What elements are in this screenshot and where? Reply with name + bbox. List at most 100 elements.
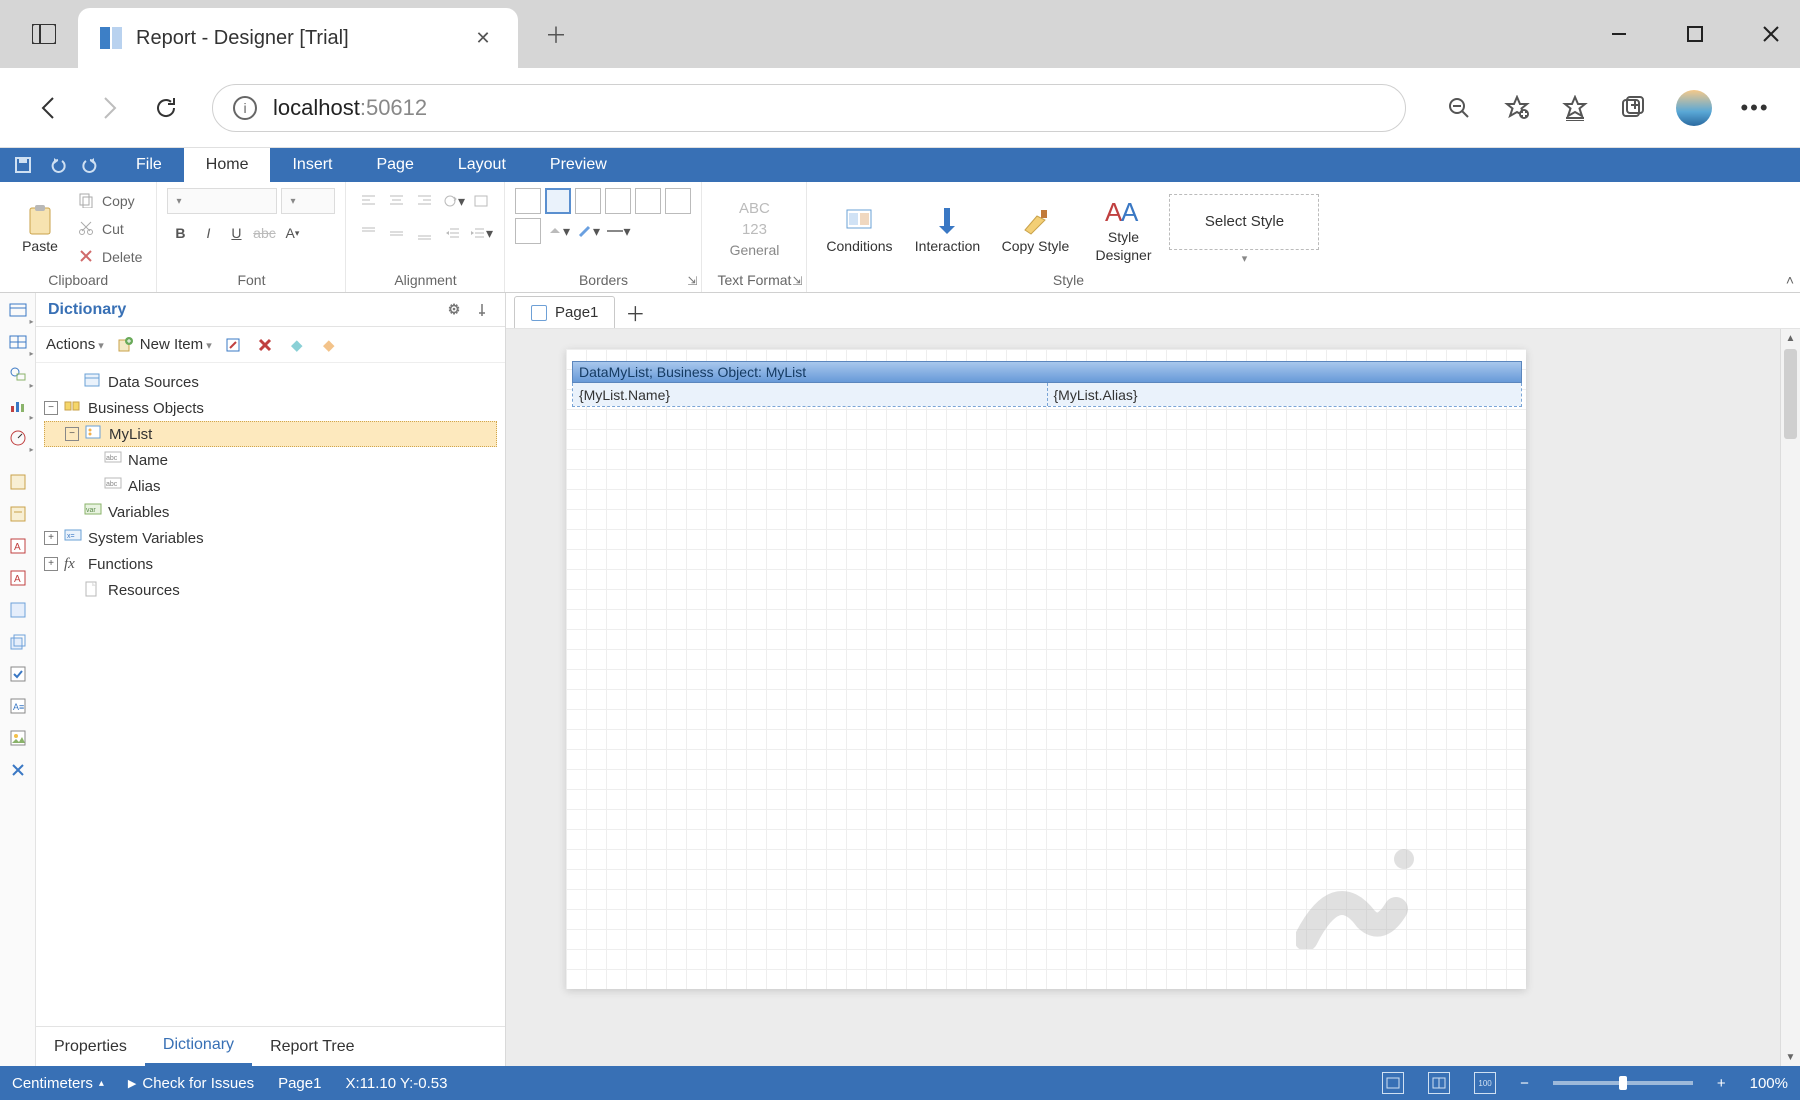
tool-gauge-icon[interactable]: [5, 425, 31, 451]
tree-node-variables[interactable]: var Variables: [44, 499, 497, 525]
tree-node-data-sources[interactable]: Data Sources: [44, 369, 497, 395]
menu-tab-file[interactable]: File: [114, 148, 184, 182]
tool-subreport-icon[interactable]: A≡: [5, 693, 31, 719]
forward-button[interactable]: [88, 88, 128, 128]
view-mode2-icon[interactable]: [1428, 1072, 1450, 1094]
tool-band-icon[interactable]: [5, 297, 31, 323]
expand-icon[interactable]: +: [44, 557, 58, 571]
expand-icon[interactable]: +: [44, 531, 58, 545]
tree-node-alias[interactable]: abc Alias: [44, 473, 497, 499]
font-size-combo[interactable]: [281, 188, 335, 214]
menu-tab-layout[interactable]: Layout: [436, 148, 528, 182]
view-mode3-icon[interactable]: 100: [1474, 1072, 1496, 1094]
border-color-button[interactable]: ▾: [575, 218, 601, 244]
tool-clone-icon[interactable]: [5, 629, 31, 655]
menu-tab-insert[interactable]: Insert: [270, 148, 354, 182]
ribbon-collapse-icon[interactable]: ˄: [1786, 272, 1794, 288]
panel-tab-properties[interactable]: Properties: [36, 1027, 145, 1066]
cell-mylist-alias[interactable]: {MyList.Alias}: [1048, 383, 1522, 406]
strike-button[interactable]: abc: [251, 220, 277, 246]
edit-icon[interactable]: [222, 334, 244, 356]
view-mode1-icon[interactable]: [1382, 1072, 1404, 1094]
select-style-box[interactable]: Select Style: [1169, 194, 1319, 250]
undo-icon[interactable]: [44, 152, 70, 178]
interaction-button[interactable]: Interaction: [905, 188, 989, 270]
scroll-up-icon[interactable]: ▲: [1781, 329, 1800, 347]
paste-button[interactable]: Paste: [10, 188, 70, 270]
conditions-button[interactable]: Conditions: [817, 188, 901, 270]
tool-checkbox-icon[interactable]: [5, 661, 31, 687]
status-units[interactable]: Centimeters ▴: [12, 1075, 104, 1092]
valign-bot-button[interactable]: [412, 220, 438, 246]
refresh-button[interactable]: [146, 88, 186, 128]
border-outer-button[interactable]: [515, 218, 541, 244]
indent-dec-button[interactable]: [440, 220, 466, 246]
cut-button[interactable]: Cut: [74, 216, 146, 242]
move-up-icon[interactable]: ◆: [286, 334, 308, 356]
scroll-down-icon[interactable]: ▼: [1781, 1048, 1800, 1066]
zoom-in-button[interactable]: +: [1717, 1075, 1726, 1092]
zoom-out-button[interactable]: −: [1520, 1075, 1529, 1092]
border-all-button[interactable]: [515, 188, 541, 214]
menu-tab-preview[interactable]: Preview: [528, 148, 629, 182]
scroll-thumb[interactable]: [1784, 349, 1797, 439]
border-style-button[interactable]: ▾: [605, 218, 631, 244]
underline-button[interactable]: U: [223, 220, 249, 246]
copy-button[interactable]: Copy: [74, 188, 146, 214]
delete-button[interactable]: Delete: [74, 244, 146, 270]
align-left-button[interactable]: [356, 188, 382, 214]
menu-tab-page[interactable]: Page: [354, 148, 435, 182]
tool-crosstab-icon[interactable]: [5, 329, 31, 355]
cell-mylist-name[interactable]: {MyList.Name}: [573, 383, 1048, 406]
tab-actions-icon[interactable]: [22, 12, 66, 56]
window-maximize-button[interactable]: [1678, 17, 1712, 51]
panel-settings-icon[interactable]: ⚙: [443, 299, 465, 321]
tree-node-name[interactable]: abc Name: [44, 447, 497, 473]
panel-pin-icon[interactable]: [471, 299, 493, 321]
browser-tab[interactable]: Report - Designer [Trial] ✕: [78, 8, 518, 68]
italic-button[interactable]: I: [195, 220, 221, 246]
actions-menu[interactable]: Actions: [46, 336, 104, 353]
back-button[interactable]: [30, 88, 70, 128]
bold-button[interactable]: B: [167, 220, 193, 246]
tool-panel-icon[interactable]: [5, 597, 31, 623]
vertical-scrollbar[interactable]: ▲ ▼: [1780, 329, 1800, 1066]
menu-tab-home[interactable]: Home: [184, 148, 271, 182]
panel-tab-report-tree[interactable]: Report Tree: [252, 1027, 372, 1066]
tree-node-system-variables[interactable]: + x= System Variables: [44, 525, 497, 551]
tool-text2-icon[interactable]: [5, 501, 31, 527]
collections-icon[interactable]: [1618, 93, 1648, 123]
zoom-out-icon[interactable]: [1444, 93, 1474, 123]
zoom-slider[interactable]: [1553, 1081, 1693, 1085]
data-band[interactable]: DataMyList; Business Object: MyList {MyL…: [572, 361, 1522, 407]
tool-image-icon[interactable]: [5, 725, 31, 751]
textformat-general[interactable]: General: [730, 242, 780, 258]
window-close-button[interactable]: [1754, 17, 1788, 51]
border-none-button[interactable]: [545, 188, 571, 214]
delete-item-icon[interactable]: [254, 334, 276, 356]
tree-node-functions[interactable]: + fx Functions: [44, 551, 497, 577]
tool-richtext-icon[interactable]: A: [5, 533, 31, 559]
select-style-dropdown-icon[interactable]: ▾: [1242, 252, 1248, 265]
browser-menu-button[interactable]: •••: [1740, 93, 1770, 123]
canvas-viewport[interactable]: DataMyList; Business Object: MyList {MyL…: [506, 329, 1800, 1066]
tool-chart-icon[interactable]: [5, 393, 31, 419]
site-info-icon[interactable]: i: [233, 96, 257, 120]
textformat-launcher-icon[interactable]: ⇲: [792, 274, 802, 288]
status-check-issues[interactable]: ▶ Check for Issues: [128, 1075, 254, 1092]
border-right-button[interactable]: [635, 188, 661, 214]
indent-inc-button[interactable]: ▾: [468, 220, 494, 246]
report-page[interactable]: DataMyList; Business Object: MyList {MyL…: [566, 349, 1526, 989]
collapse-icon[interactable]: −: [44, 401, 58, 415]
border-top-button[interactable]: [575, 188, 601, 214]
valign-top-button[interactable]: [356, 220, 382, 246]
data-band-header[interactable]: DataMyList; Business Object: MyList: [572, 361, 1522, 383]
border-bottom-button[interactable]: [665, 188, 691, 214]
new-item-menu[interactable]: New Item: [114, 334, 212, 356]
align-right-button[interactable]: [412, 188, 438, 214]
address-bar[interactable]: i localhost:50612: [212, 84, 1406, 132]
panel-tab-dictionary[interactable]: Dictionary: [145, 1027, 252, 1066]
favorite-add-icon[interactable]: [1502, 93, 1532, 123]
align-center-button[interactable]: [384, 188, 410, 214]
tree-node-mylist[interactable]: − MyList: [44, 421, 497, 447]
